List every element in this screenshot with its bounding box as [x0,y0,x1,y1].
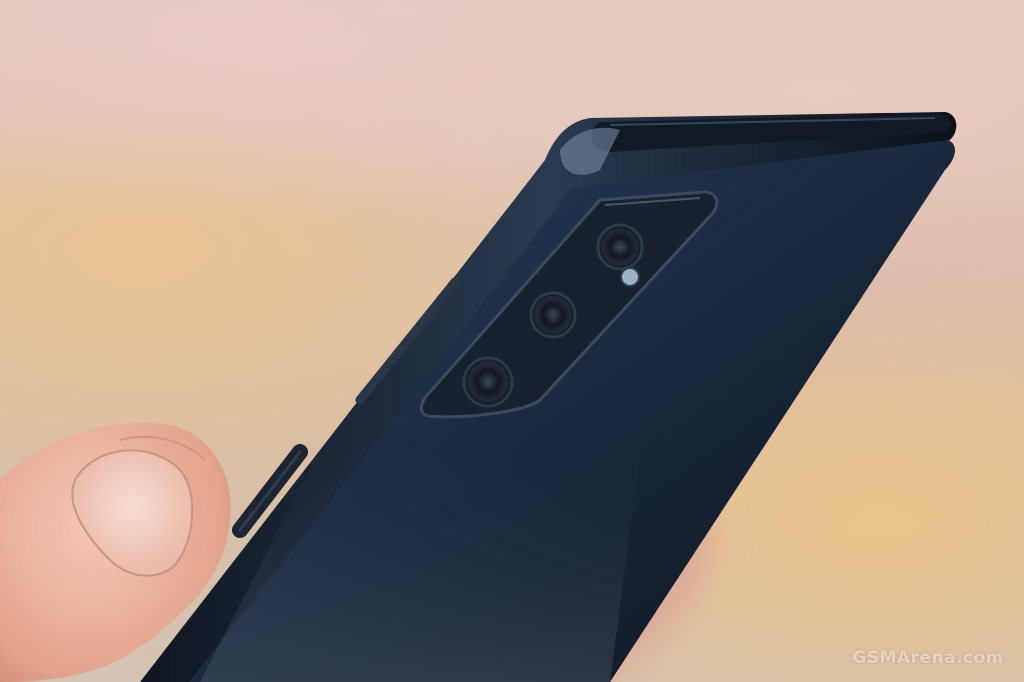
camera-flash [620,267,640,287]
watermark-logo: GSMArena.com [852,648,1004,668]
phone [140,112,957,682]
camera-lens-3 [462,356,514,408]
camera-lens-2 [529,291,577,339]
camera-lens-1 [596,223,644,271]
photo-illustration [0,112,957,682]
photo-scene: GSMArena.com [0,0,1024,682]
